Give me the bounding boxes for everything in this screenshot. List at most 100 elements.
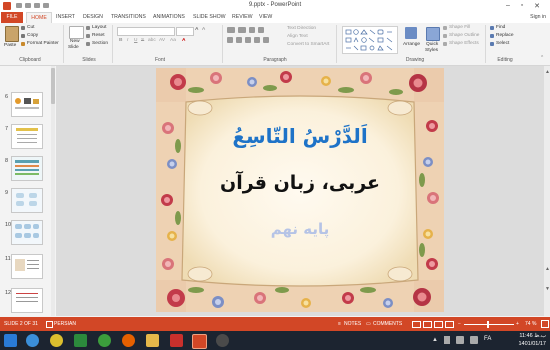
- slide-thumbnail-7[interactable]: [11, 124, 43, 149]
- slide-thumbnail-12[interactable]: [11, 288, 43, 313]
- normal-view-icon[interactable]: [412, 321, 421, 328]
- select-button[interactable]: Select: [496, 41, 509, 46]
- slide-thumbnail-8[interactable]: [11, 156, 43, 181]
- underline-button[interactable]: U: [134, 38, 137, 43]
- collapse-ribbon-icon[interactable]: ⌃: [540, 56, 544, 61]
- layout-button[interactable]: Layout: [92, 25, 106, 30]
- increase-indent-icon[interactable]: [258, 27, 264, 33]
- slideshow-view-icon[interactable]: [445, 321, 454, 328]
- columns-icon[interactable]: [263, 37, 269, 43]
- editor-scrollbar[interactable]: ▲ ▲ ▼: [544, 66, 550, 316]
- scroll-up-icon[interactable]: ▲: [545, 69, 550, 75]
- network-icon[interactable]: [456, 336, 464, 344]
- tab-transitions[interactable]: TRANSITIONS: [111, 12, 146, 23]
- next-slide-icon[interactable]: ▼: [545, 286, 550, 292]
- font-size-box[interactable]: [176, 27, 194, 36]
- arrange-icon[interactable]: [405, 27, 417, 39]
- zoom-in-button[interactable]: +: [516, 317, 519, 331]
- slide-sorter-icon[interactable]: [423, 321, 432, 328]
- numbering-icon[interactable]: [238, 27, 246, 33]
- align-text-button[interactable]: Align Text: [287, 34, 308, 39]
- powerpoint-taskbar-icon[interactable]: [192, 334, 207, 349]
- zoom-level[interactable]: 74 %: [525, 317, 536, 331]
- shape-fill-button[interactable]: Shape Fill: [449, 25, 470, 30]
- quick-styles-label-1[interactable]: Quick: [426, 42, 438, 47]
- save-icon[interactable]: [16, 3, 22, 8]
- battery-icon[interactable]: [444, 336, 450, 344]
- restore-button[interactable]: ▫: [517, 2, 527, 9]
- new-slide-icon[interactable]: [69, 26, 84, 39]
- font-color-button[interactable]: A: [182, 38, 185, 43]
- quick-styles-icon[interactable]: [426, 27, 440, 41]
- text-direction-button[interactable]: Text Direction: [287, 26, 316, 31]
- close-button[interactable]: ✕: [532, 2, 542, 10]
- prev-slide-icon[interactable]: ▲: [545, 266, 550, 272]
- telegram-icon[interactable]: [26, 334, 39, 347]
- thumbnail-scrollbar[interactable]: [51, 66, 55, 316]
- start-button-icon[interactable]: [4, 334, 17, 347]
- align-left-icon[interactable]: [227, 37, 233, 43]
- notes-button[interactable]: NOTES: [344, 317, 361, 331]
- pdf-reader-icon[interactable]: [170, 334, 183, 347]
- decrease-indent-icon[interactable]: [249, 27, 255, 33]
- fit-to-window-icon[interactable]: [541, 320, 549, 328]
- bullets-icon[interactable]: [227, 27, 235, 33]
- paste-button[interactable]: Paste: [4, 43, 16, 48]
- shapes-gallery[interactable]: [342, 26, 398, 54]
- file-explorer-icon[interactable]: [146, 334, 159, 347]
- tab-insert[interactable]: INSERT: [56, 12, 75, 23]
- convert-smartart-button[interactable]: Convert to SmartArt: [287, 42, 329, 47]
- strikethrough-button[interactable]: S: [141, 38, 144, 43]
- language-indicator[interactable]: PERSIAN: [54, 317, 76, 331]
- signin-link[interactable]: Sign in: [530, 12, 546, 23]
- text-shadow-button[interactable]: abc: [148, 38, 156, 43]
- zoom-slider-thumb[interactable]: [487, 321, 489, 328]
- volume-icon[interactable]: [470, 336, 478, 344]
- shrink-font-button[interactable]: A: [202, 27, 205, 32]
- input-language[interactable]: FA: [484, 336, 491, 342]
- copy-button[interactable]: Copy: [27, 33, 38, 38]
- notes-icon[interactable]: ≡: [338, 317, 341, 331]
- font-name-box[interactable]: [117, 27, 175, 36]
- shape-outline-button[interactable]: Shape Outline: [449, 33, 479, 38]
- scrollbar-thumb[interactable]: [51, 68, 55, 104]
- arrange-button[interactable]: Arrange: [403, 42, 420, 47]
- minimize-button[interactable]: –: [503, 2, 513, 9]
- char-spacing-button[interactable]: AV: [159, 38, 165, 43]
- spellcheck-icon[interactable]: [46, 321, 53, 328]
- format-painter-button[interactable]: Format Painter: [27, 41, 59, 46]
- current-slide[interactable]: اَلدَّرْسُ التّاسِعُ عربی، زبان قرآن پای…: [156, 68, 444, 312]
- slide-thumbnail-9[interactable]: [11, 188, 43, 213]
- cut-button[interactable]: Cut: [27, 25, 34, 30]
- new-slide-label-1[interactable]: New: [70, 39, 80, 44]
- tray-arrow-icon[interactable]: ▲: [432, 337, 438, 343]
- comments-button[interactable]: COMMENTS: [373, 317, 402, 331]
- undo-icon[interactable]: [25, 3, 31, 8]
- start-slideshow-icon[interactable]: [43, 3, 49, 8]
- tab-slideshow[interactable]: SLIDE SHOW: [193, 12, 226, 23]
- slide-thumbnail-10[interactable]: [11, 220, 43, 245]
- zoom-slider[interactable]: [464, 324, 514, 325]
- clock-time[interactable]: 11:46 ب.ظ: [508, 333, 546, 339]
- chrome-icon[interactable]: [50, 334, 63, 347]
- new-slide-label-2[interactable]: Slide: [68, 45, 79, 50]
- comments-icon[interactable]: ▭: [366, 317, 371, 331]
- tab-home[interactable]: HOME: [26, 12, 52, 23]
- media-player-icon[interactable]: [216, 334, 229, 347]
- paste-icon[interactable]: [5, 26, 19, 42]
- excel-icon[interactable]: [74, 334, 87, 347]
- tab-file[interactable]: FILE: [1, 12, 23, 23]
- align-center-icon[interactable]: [236, 37, 242, 43]
- align-right-icon[interactable]: [245, 37, 251, 43]
- slide-thumbnail-6[interactable]: [11, 92, 43, 117]
- firefox-icon[interactable]: [122, 334, 135, 347]
- bold-button[interactable]: B: [119, 38, 122, 43]
- replace-button[interactable]: Replace: [496, 33, 514, 38]
- zoom-out-button[interactable]: −: [458, 317, 461, 331]
- clock-date[interactable]: 1401/01/17: [508, 341, 546, 347]
- tab-design[interactable]: DESIGN: [83, 12, 103, 23]
- quick-styles-label-2[interactable]: Styles: [425, 48, 438, 53]
- slide-thumbnail-11[interactable]: [11, 254, 43, 279]
- shape-effects-button[interactable]: Shape Effects: [449, 41, 479, 46]
- reading-view-icon[interactable]: [434, 321, 443, 328]
